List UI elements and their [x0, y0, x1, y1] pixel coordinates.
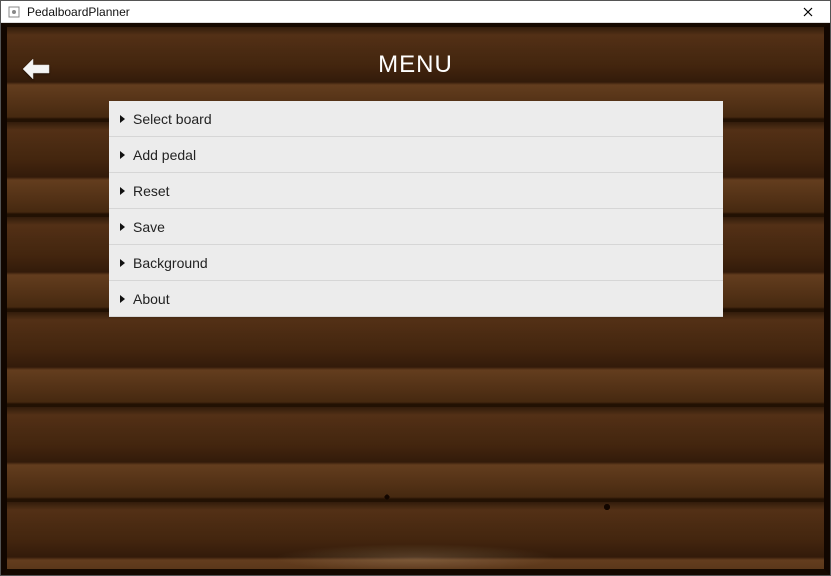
menu-item-add-pedal[interactable]: Add pedal — [109, 137, 723, 173]
app-icon — [7, 5, 21, 19]
menu-item-label: Select board — [133, 111, 212, 127]
menu-item-reset[interactable]: Reset — [109, 173, 723, 209]
chevron-right-icon — [119, 294, 127, 304]
menu-item-select-board[interactable]: Select board — [109, 101, 723, 137]
chevron-right-icon — [119, 150, 127, 160]
menu-item-background[interactable]: Background — [109, 245, 723, 281]
chevron-right-icon — [119, 222, 127, 232]
menu-item-label: Add pedal — [133, 147, 196, 163]
content-area: MENU Select board Add pedal Reset Save B… — [1, 23, 830, 575]
menu-item-save[interactable]: Save — [109, 209, 723, 245]
menu-heading: MENU — [1, 51, 830, 79]
chevron-right-icon — [119, 258, 127, 268]
close-icon — [803, 7, 813, 17]
chevron-right-icon — [119, 186, 127, 196]
menu-item-about[interactable]: About — [109, 281, 723, 317]
titlebar: PedalboardPlanner — [1, 1, 830, 23]
menu-item-label: Save — [133, 219, 165, 235]
menu-item-label: Background — [133, 255, 208, 271]
menu-panel: Select board Add pedal Reset Save Backgr… — [109, 101, 723, 317]
window-title: PedalboardPlanner — [27, 5, 788, 19]
menu-item-label: Reset — [133, 183, 170, 199]
close-button[interactable] — [788, 2, 828, 22]
menu-item-label: About — [133, 291, 170, 307]
chevron-right-icon — [119, 114, 127, 124]
app-window: PedalboardPlanner MENU Select board Add … — [0, 0, 831, 576]
